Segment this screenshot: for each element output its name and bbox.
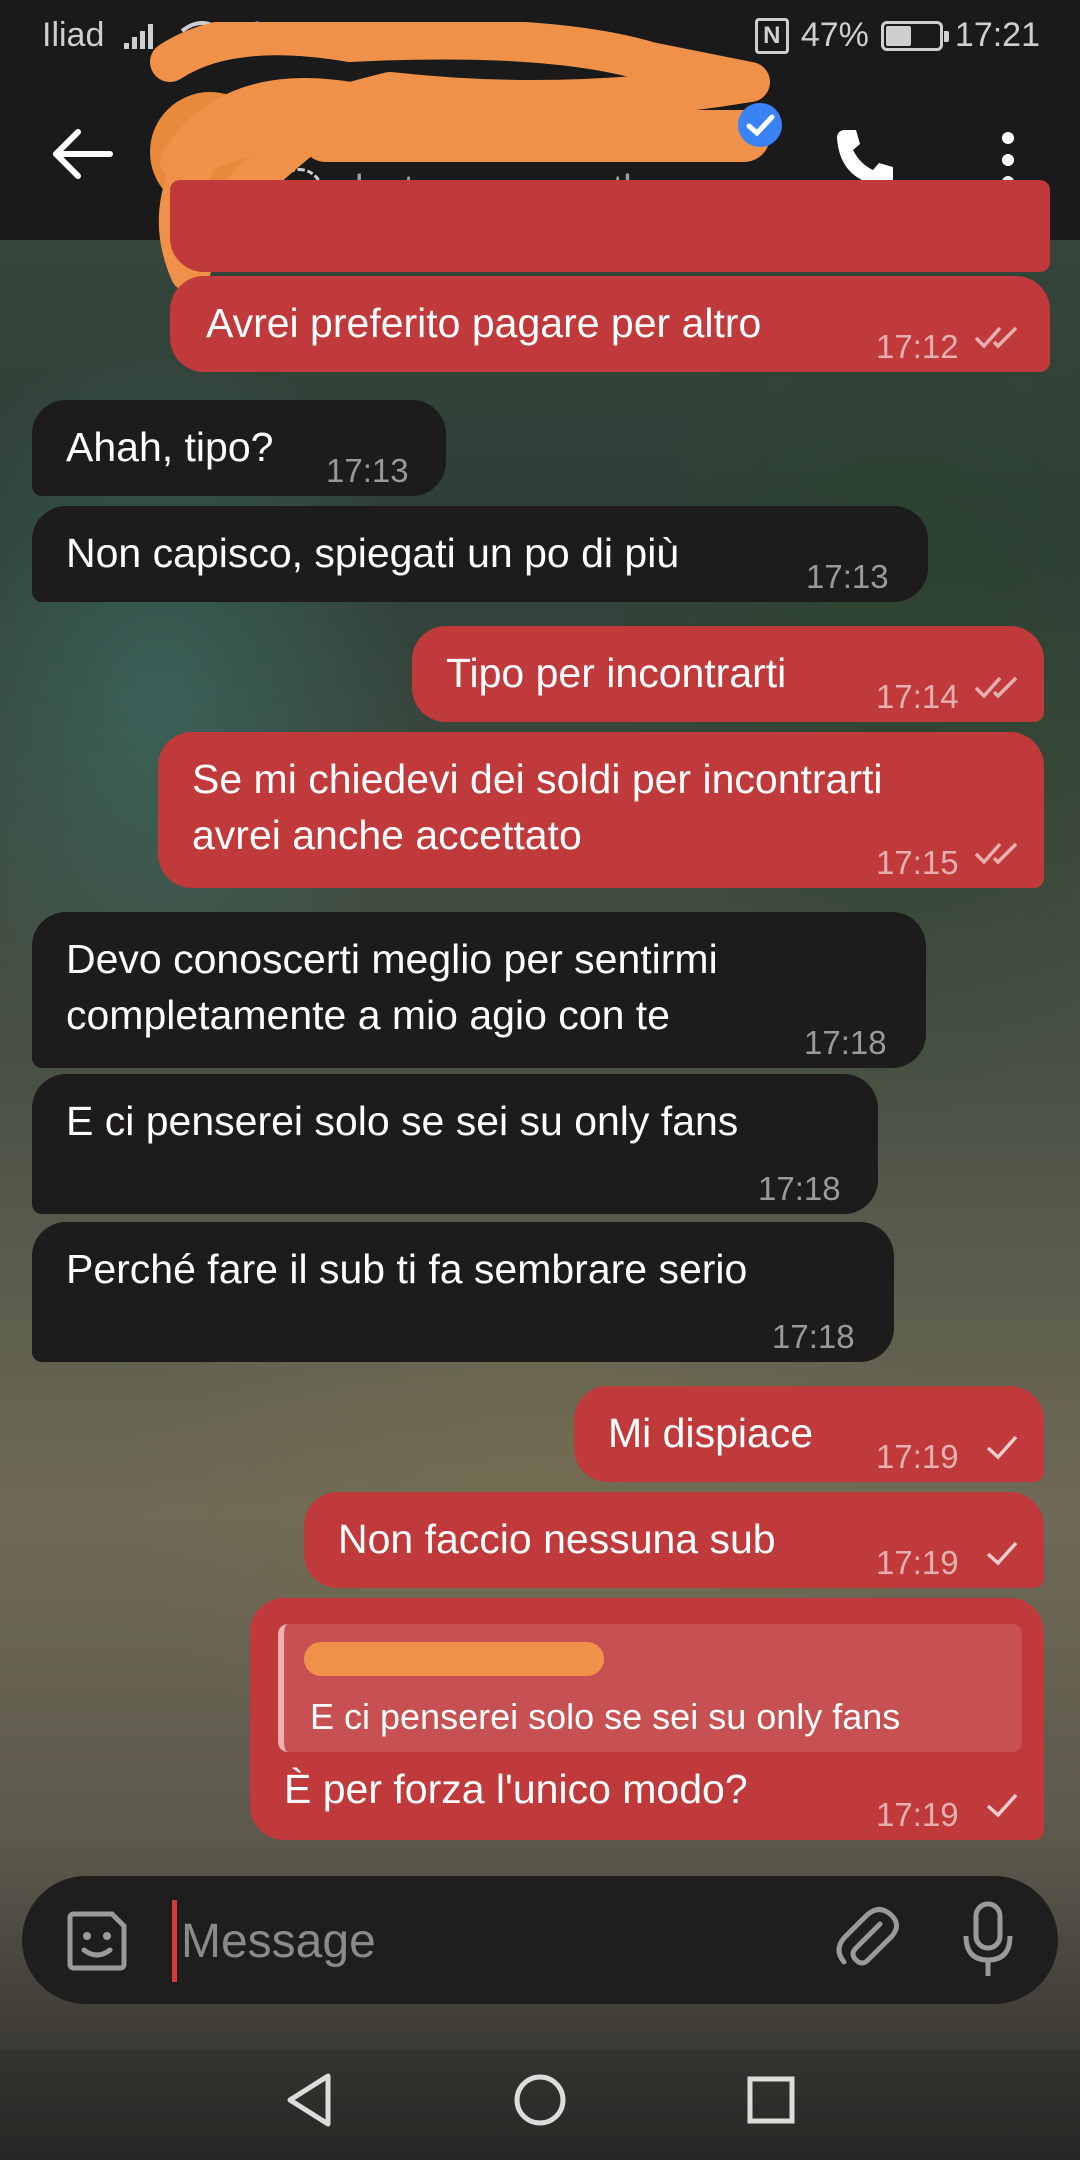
message-time: 17:19 [876, 1796, 959, 1833]
signal-icon [124, 23, 154, 49]
message-text-line: avrei anche accettato [192, 812, 582, 858]
check-icon [986, 1793, 1018, 1818]
clock: 17:21 [954, 16, 1040, 54]
verified-icon [738, 103, 782, 147]
message-bubble-outgoing[interactable]: Mi dispiace 17:19 [574, 1386, 1044, 1482]
message-text: E ci penserei solo se sei su only fans [66, 1098, 739, 1144]
sticker-emoji-button[interactable] [62, 1906, 132, 1976]
double-check-icon [974, 326, 1018, 349]
chat-title-redacted[interactable] [300, 110, 770, 162]
message-text: È per forza l'unico modo? [284, 1766, 748, 1812]
battery-icon [880, 20, 949, 51]
status-right: N 47% 17:21 [754, 16, 1040, 55]
double-check-icon [974, 676, 1018, 699]
back-button[interactable] [48, 124, 118, 184]
reply-preview[interactable]: E ci penserei solo se sei su only fans [278, 1624, 1022, 1752]
message-bubble-outgoing[interactable]: Avrei preferito pagare per altro [170, 180, 1050, 346]
check-icon [986, 1541, 1018, 1566]
message-bubble-outgoing-reply[interactable]: E ci penserei solo se sei su only fans È… [250, 1598, 1044, 1840]
message-time: 17:13 [806, 558, 889, 595]
message-time: 17:19 [876, 1544, 959, 1581]
message-text: Avrei preferito pagare per altro [206, 300, 762, 346]
microphone-icon[interactable] [958, 1900, 1018, 1980]
message-time: 17:13 [326, 452, 409, 489]
message-text-line: Devo conoscerti meglio per sentirmi [66, 936, 718, 982]
nfc-icon: N [754, 17, 789, 54]
message-text: Tipo per incontrarti [446, 650, 787, 696]
message-time: 17:14 [876, 678, 959, 715]
message-time: 17:18 [772, 1318, 855, 1355]
nav-back-button[interactable] [284, 2070, 334, 2130]
system-nav-bar [0, 2050, 1080, 2160]
message-bubble-outgoing[interactable]: Non faccio nessuna sub 17:19 [304, 1492, 1044, 1588]
message-input[interactable] [172, 1900, 823, 1982]
attach-icon[interactable] [832, 1904, 904, 1976]
message-text: Non faccio nessuna sub [338, 1516, 776, 1562]
carrier-name: Iliad [42, 16, 105, 54]
wifi-icon [181, 20, 224, 53]
reply-author-redacted [304, 1642, 604, 1676]
message-text: Mi dispiace [608, 1410, 814, 1456]
reply-quoted-text: E ci penserei solo se sei su only fans [310, 1696, 901, 1737]
message-bubble-incoming[interactable]: Non capisco, spiegati un po di più 17:13 [32, 506, 928, 602]
double-check-icon [974, 842, 1018, 865]
status-bar: Iliad N 47% 17:21 [0, 0, 1080, 72]
message-text: Non capisco, spiegati un po di più [66, 530, 680, 576]
message-text: Perché fare il sub ti fa sembrare serio [66, 1246, 748, 1292]
message-time: 17:19 [876, 1438, 959, 1475]
message-composer [22, 1876, 1058, 2004]
check-icon [986, 1435, 1018, 1460]
battery-level: 47% [800, 16, 869, 54]
message-bubble-incoming[interactable]: Perché fare il sub ti fa sembrare serio … [32, 1222, 894, 1362]
message-time: 17:18 [804, 1024, 887, 1061]
shield-icon [244, 20, 271, 51]
message-text-line: Se mi chiedevi dei soldi per incontrarti [192, 756, 883, 802]
message-bubble-outgoing[interactable]: Se mi chiedevi dei soldi per incontrarti… [158, 732, 1044, 888]
message-time: 17:18 [758, 1170, 841, 1207]
message-bubble-incoming[interactable]: Devo conoscerti meglio per sentirmi comp… [32, 912, 926, 1068]
message-bubble-outgoing[interactable]: Avrei preferito pagare per altro 17:12 [170, 276, 1050, 372]
nav-recents-button[interactable] [745, 2074, 797, 2126]
message-time: 17:15 [876, 844, 959, 881]
nav-home-button[interactable] [512, 2072, 568, 2128]
message-time: 17:12 [876, 328, 959, 365]
message-bubble-outgoing[interactable]: Tipo per incontrarti 17:14 [412, 626, 1044, 722]
status-left: Iliad [42, 16, 272, 55]
message-bubble-incoming[interactable]: E ci penserei solo se sei su only fans 1… [32, 1074, 878, 1214]
message-bubble-incoming[interactable]: Ahah, tipo? 17:13 [32, 400, 446, 496]
message-text: Ahah, tipo? [66, 424, 274, 470]
message-text-line: completamente a mio agio con te [66, 992, 670, 1038]
